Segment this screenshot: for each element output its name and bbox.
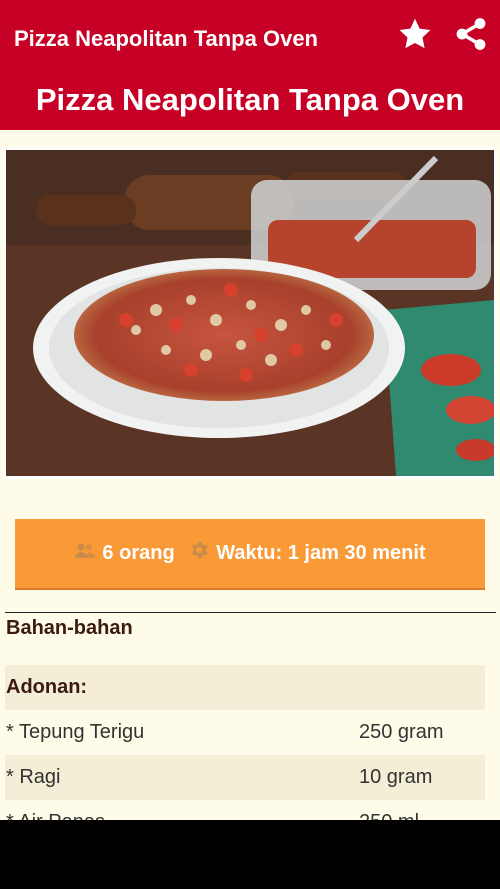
ingredient-name: * Air Panas: [6, 810, 105, 820]
ingredient-name: * Tepung Terigu: [6, 721, 145, 743]
section-divider: [5, 612, 496, 613]
recipe-screen: Pizza Neapolitan Tanpa Oven Pizza Neapol…: [0, 0, 500, 820]
recipe-title-band: Pizza Neapolitan Tanpa Oven: [0, 76, 500, 130]
ingredient-row: * Ragi 10 gram: [5, 755, 485, 800]
time-text: Waktu: 1 jam 30 menit: [216, 541, 426, 564]
ingredient-name: * Ragi: [6, 766, 61, 788]
ingredient-group-title: Adonan:: [6, 676, 88, 698]
servings-text: 6 orang: [102, 541, 175, 564]
app-bar-title: Pizza Neapolitan Tanpa Oven: [14, 26, 318, 51]
app-bar: Pizza Neapolitan Tanpa Oven: [0, 0, 500, 76]
star-icon[interactable]: [395, 14, 435, 54]
recipe-photo-frame: [3, 147, 497, 479]
ingredient-group-row: Adonan:: [5, 665, 485, 710]
recipe-info-bar: 6 orang Waktu: 1 jam 30 menit: [15, 519, 485, 590]
ingredient-quantity: 250 ml: [359, 810, 419, 820]
ingredient-quantity: 10 gram: [359, 766, 433, 788]
ingredients-heading: Bahan-bahan: [6, 617, 133, 639]
people-icon: [74, 541, 96, 567]
recipe-photo: [6, 150, 494, 476]
share-icon[interactable]: [451, 14, 491, 54]
ingredient-row: * Tepung Terigu 250 gram: [5, 710, 485, 755]
gear-icon: [188, 539, 210, 568]
recipe-title: Pizza Neapolitan Tanpa Oven: [35, 82, 465, 117]
ingredient-row: * Air Panas 250 ml: [5, 800, 485, 820]
ingredient-quantity: 250 gram: [359, 721, 444, 743]
navigation-bar-area: [0, 820, 500, 889]
